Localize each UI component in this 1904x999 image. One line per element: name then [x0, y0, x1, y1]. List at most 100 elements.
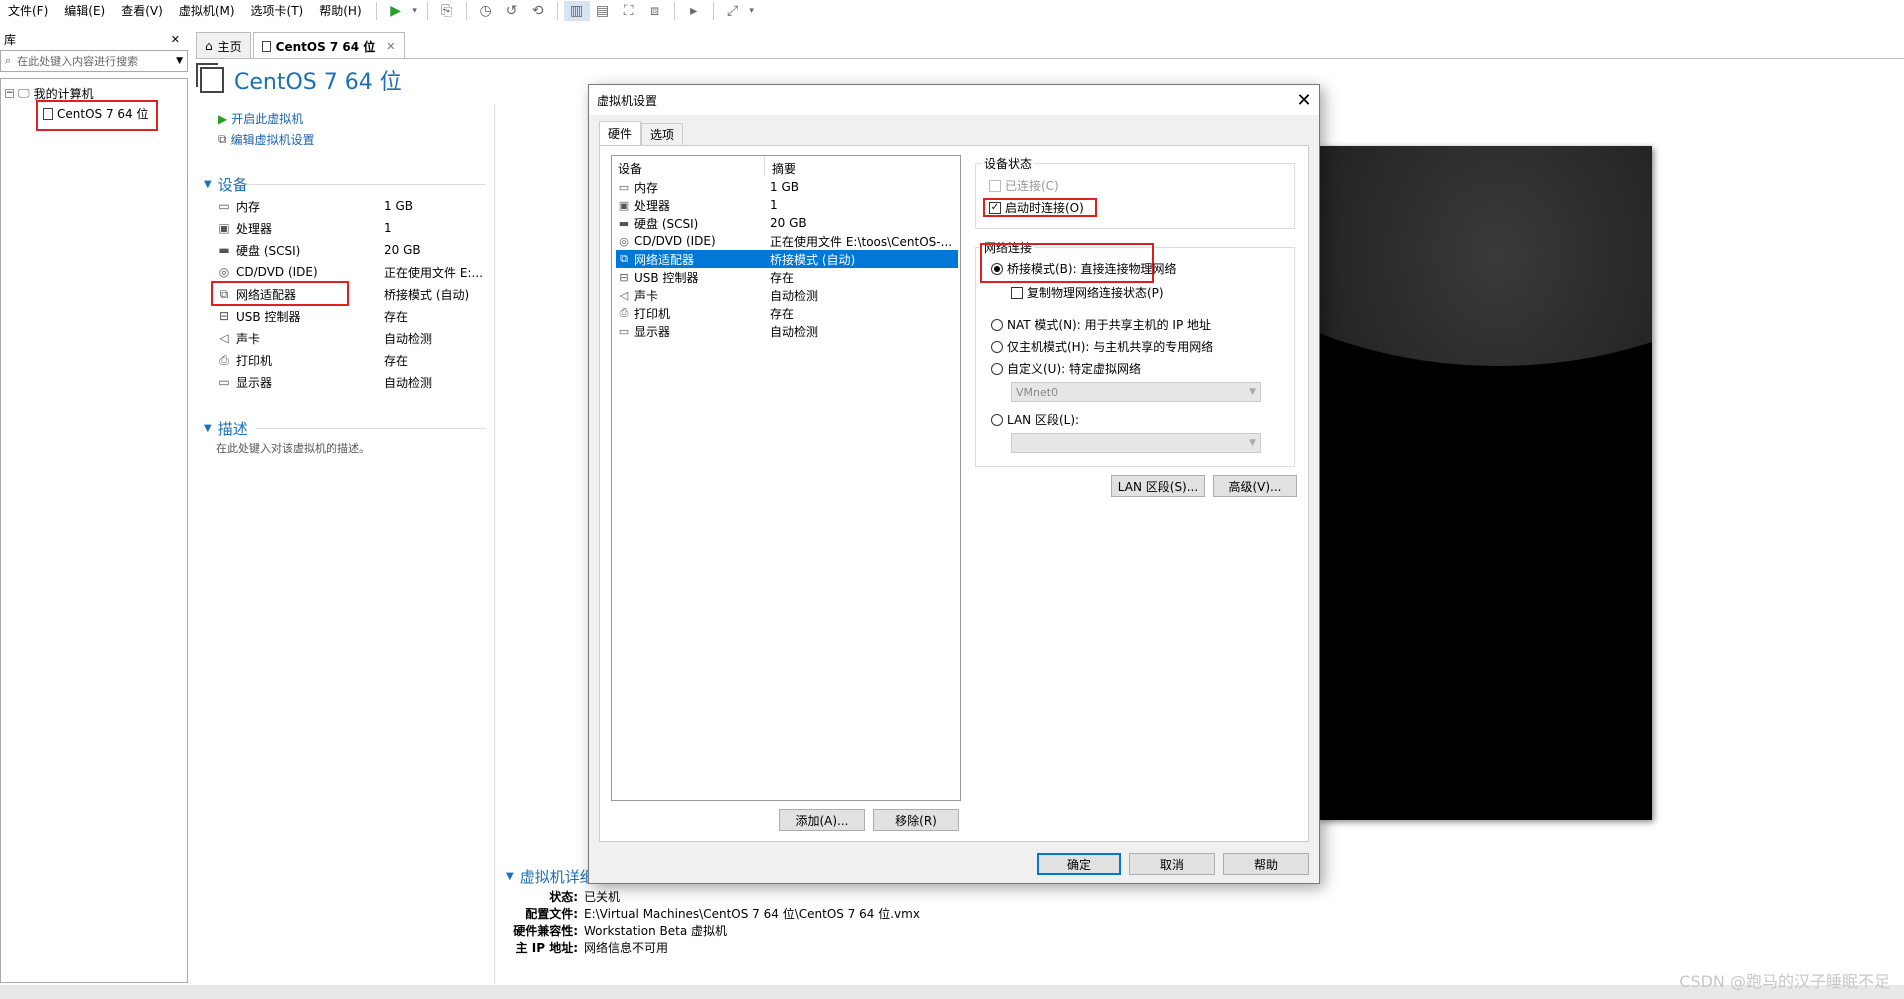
hardware-row[interactable]: ⎙ 打印机 存在 — [616, 304, 958, 322]
console-icon[interactable]: ▸ — [681, 1, 707, 21]
chevron-down-icon[interactable]: ▼ — [176, 56, 183, 66]
nat-label: NAT 模式(N): 用于共享主机的 IP 地址 — [1007, 318, 1212, 332]
tab-close-icon[interactable]: ✕ — [386, 40, 395, 53]
library-close-icon[interactable]: ✕ — [171, 33, 180, 46]
cancel-button[interactable]: 取消 — [1129, 853, 1215, 875]
vm-settings-dialog: 虚拟机设置 ✕ 硬件 选项 设备 摘要 ▭ 内存 1 GB ▣ 处理器 1 ▬ 硬盘 (SCS… — [588, 84, 1320, 884]
library-search-input[interactable]: ⌕ 在此处键入内容进行搜索 ▼ — [0, 50, 188, 72]
menu-help[interactable]: 帮助(H) — [311, 1, 369, 21]
stretch-icon[interactable]: ⤢ — [720, 1, 746, 21]
device-row[interactable]: ◁ 声卡 自动检测 — [216, 328, 486, 348]
bridged-radio[interactable]: 桥接模式(B): 直接连接物理网络 — [991, 260, 1176, 277]
disk-icon: ▬ — [618, 216, 630, 230]
menu-edit[interactable]: 编辑(E) — [56, 1, 113, 21]
dialog-title: 虚拟机设置 — [597, 93, 658, 108]
custom-radio[interactable]: 自定义(U): 特定虚拟网络 — [991, 360, 1141, 377]
device-row[interactable]: ◎ CD/DVD (IDE) 正在使用文件 E:... — [216, 262, 486, 282]
snapshot-manager-icon[interactable]: ⟲ — [525, 1, 551, 21]
device-row[interactable]: ▬ 硬盘 (SCSI) 20 GB — [216, 240, 486, 260]
fullscreen-icon[interactable]: ⛶ — [616, 1, 642, 21]
dropdown-arrow-icon[interactable]: ▾ — [746, 1, 758, 21]
toolbar-separator — [712, 2, 714, 20]
device-row[interactable]: ▭ 内存 1 GB — [216, 196, 486, 216]
edit-settings-link[interactable]: ⧉ 编辑虚拟机设置 — [218, 131, 315, 148]
menu-tabs[interactable]: 选项卡(T) — [243, 1, 312, 21]
hardware-row[interactable]: ▣ 处理器 1 — [616, 196, 958, 214]
toolbar-separator — [556, 2, 558, 20]
dropdown-arrow-icon[interactable]: ▾ — [409, 1, 421, 21]
tab-hardware[interactable]: 硬件 — [599, 121, 642, 145]
dialog-tabs: 硬件 选项 — [599, 121, 684, 145]
close-icon[interactable]: ✕ — [1289, 85, 1319, 115]
start-vm-label: 开启此虚拟机 — [231, 112, 304, 126]
hardware-row[interactable]: ◁ 声卡 自动检测 — [616, 286, 958, 304]
hardware-row[interactable]: ▭ 显示器 自动检测 — [616, 322, 958, 340]
send-keys-icon[interactable]: ⎘ — [434, 1, 460, 21]
detail-value: Workstation Beta 虚拟机 — [584, 924, 727, 938]
replicate-state-checkbox[interactable]: 复制物理网络连接状态(P) — [1011, 284, 1164, 301]
tab-centos[interactable]: CentOS 7 64 位 ✕ — [252, 32, 405, 59]
help-button[interactable]: 帮助 — [1223, 853, 1309, 875]
computer-icon: 🖵︎ — [18, 86, 30, 100]
description-section-title[interactable]: ▼ 描述 — [204, 418, 248, 439]
processor-icon: ▣ — [218, 221, 230, 235]
device-value: 正在使用文件 E:... — [384, 265, 483, 280]
menu-vm[interactable]: 虚拟机(M) — [171, 1, 243, 21]
checkbox-box — [1011, 286, 1023, 299]
device-row[interactable]: ⎙ 打印机 存在 — [216, 350, 486, 370]
connected-checkbox[interactable]: 已连接(C) — [989, 177, 1059, 194]
lan-segment-radio[interactable]: LAN 区段(L): — [991, 411, 1079, 428]
description-placeholder[interactable]: 在此处键入对该虚拟机的描述。 — [216, 440, 370, 456]
hardware-list[interactable]: 设备 摘要 ▭ 内存 1 GB ▣ 处理器 1 ▬ 硬盘 (SCSI) 20 GB ◎ CD/DVD… — [611, 155, 961, 801]
power-on-icon[interactable]: ▶ — [383, 1, 409, 21]
revert-snapshot-icon[interactable]: ↺ — [499, 1, 525, 21]
tab-home[interactable]: ⌂ 主页 — [196, 32, 251, 59]
play-icon: ▶ — [218, 111, 228, 126]
thumbnail-view-icon[interactable]: ▤ — [590, 1, 616, 21]
hardware-row[interactable]: ⧉ 网络适配器 桥接模式 (自动) — [616, 250, 958, 268]
device-status-group — [975, 163, 1295, 229]
edit-settings-label: 编辑虚拟机设置 — [230, 133, 315, 147]
add-hardware-button[interactable]: 添加(A)... — [779, 809, 865, 831]
hardware-row[interactable]: ▬ 硬盘 (SCSI) 20 GB — [616, 214, 958, 232]
device-row[interactable]: ▣ 处理器 1 — [216, 218, 486, 238]
advanced-button[interactable]: 高级(V)... — [1213, 475, 1297, 497]
device-row[interactable]: ⊟ USB 控制器 存在 — [216, 306, 486, 326]
tab-divider — [196, 58, 1904, 59]
hardware-row[interactable]: ▭ 内存 1 GB — [616, 178, 958, 196]
device-value: 自动检测 — [384, 331, 433, 346]
lan-segment-select[interactable]: ▼ — [1011, 433, 1261, 453]
menu-file[interactable]: 文件(F) — [0, 1, 56, 21]
library-view-icon[interactable]: ▥ — [563, 1, 590, 21]
hardware-summary: 1 GB — [770, 180, 799, 194]
ok-button[interactable]: 确定 — [1037, 853, 1121, 875]
tab-options[interactable]: 选项 — [641, 123, 684, 145]
vm-preview-screen[interactable] — [1318, 146, 1652, 820]
hostonly-radio[interactable]: 仅主机模式(H): 与主机共享的专用网络 — [991, 338, 1213, 355]
memory-icon: ▭ — [618, 180, 630, 194]
device-value: 20 GB — [384, 243, 421, 257]
library-tree: − 🖵︎ 我的计算机 CentOS 7 64 位 — [0, 78, 188, 983]
hardware-row[interactable]: ⊟ USB 控制器 存在 — [616, 268, 958, 286]
nat-radio[interactable]: NAT 模式(N): 用于共享主机的 IP 地址 — [991, 316, 1211, 333]
devices-section-title[interactable]: ▼ 设备 — [204, 174, 248, 195]
highlight-box — [983, 198, 1097, 217]
custom-network-select[interactable]: VMnet0 ▼ — [1011, 382, 1261, 402]
lan-segments-button[interactable]: LAN 区段(S)... — [1111, 475, 1205, 497]
hardware-summary: 20 GB — [770, 216, 807, 230]
dialog-titlebar[interactable]: 虚拟机设置 ✕ — [589, 85, 1319, 115]
start-vm-link[interactable]: ▶ 开启此虚拟机 — [218, 110, 303, 127]
hardware-row[interactable]: ◎ CD/DVD (IDE) 正在使用文件 E:\toos\CentOS-... — [616, 232, 958, 250]
unity-icon[interactable]: ⧈ — [642, 1, 668, 21]
device-row[interactable]: ▭ 显示器 自动检测 — [216, 372, 486, 392]
tab-bar: ⌂ 主页 CentOS 7 64 位 ✕ — [196, 32, 405, 59]
snapshot-icon[interactable]: ◷ — [473, 1, 499, 21]
hardware-name: 网络适配器 — [634, 252, 695, 267]
device-name: USB 控制器 — [236, 309, 301, 324]
network-icon: ⧉ — [620, 252, 628, 265]
collapse-icon[interactable]: − — [5, 89, 14, 98]
remove-hardware-button[interactable]: 移除(R) — [873, 809, 959, 831]
menu-view[interactable]: 查看(V) — [113, 1, 171, 21]
processor-icon: ▣ — [618, 198, 630, 212]
hardware-summary: 存在 — [770, 270, 795, 285]
